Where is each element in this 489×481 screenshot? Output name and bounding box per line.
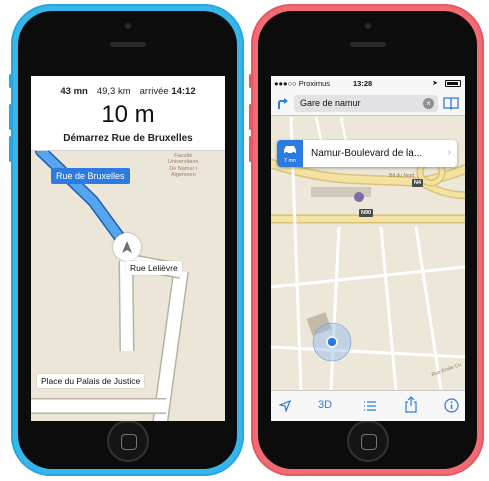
3d-button[interactable]: 3D — [318, 399, 332, 411]
home-button[interactable] — [106, 420, 149, 462]
volume-up-button — [249, 104, 252, 130]
next-maneuver-distance: 10 m — [101, 101, 155, 128]
mute-switch — [249, 74, 252, 88]
search-input[interactable]: Gare de namur × — [294, 95, 438, 112]
street-label-palais: Place du Palais de Justice — [37, 374, 145, 388]
pink-phone: ●●●○○ Proximus 13:28 ➤ Gare de namur × 7… — [249, 4, 484, 476]
drive-button[interactable]: 7 mn — [277, 140, 303, 167]
map-view[interactable]: 7 mn Namur-Boulevard de la... › Bd du No… — [271, 116, 465, 391]
current-position-arrow — [113, 233, 141, 261]
share-icon[interactable] — [404, 396, 418, 414]
location-services-icon: ➤ — [432, 80, 438, 87]
navigation-banner: 43 mn 49,3 km arrivée 14:12 10 m Démarre… — [31, 76, 225, 151]
search-value: Gare de namur — [300, 98, 361, 108]
front-camera — [364, 23, 371, 29]
arrival: arrivée 14:12 — [140, 86, 196, 97]
clear-search-icon[interactable]: × — [423, 98, 434, 109]
trip-distance: 49,3 km — [96, 86, 131, 97]
home-button[interactable] — [346, 420, 389, 462]
volume-down-button — [9, 136, 12, 162]
maps-toolbar: 3D — [271, 390, 465, 421]
road-badge-n4: N4 — [412, 179, 424, 187]
destination-callout[interactable]: 7 mn Namur-Boulevard de la... › — [277, 140, 457, 167]
battery-icon — [445, 80, 461, 87]
navigation-screen: 43 mn 49,3 km arrivée 14:12 10 m Démarre… — [31, 76, 225, 421]
street-label-bd-nord: Bd du Nord — [389, 173, 415, 179]
current-street-label: Rue de Bruxelles — [51, 168, 130, 184]
scene: 43 mn 49,3 km arrivée 14:12 10 m Démarre… — [0, 0, 489, 481]
maneuver-instruction: Démarrez Rue de Bruxelles — [63, 133, 193, 144]
status-bar: ●●●○○ Proximus 13:28 ➤ — [271, 76, 465, 90]
trip-stats: 43 mn 49,3 km arrivée 14:12 — [31, 76, 225, 97]
arrival-time: 14:12 — [171, 86, 196, 97]
poi-faculte: Faculté Universitaire De Namur / Algemee… — [168, 153, 199, 178]
earpiece-speaker — [349, 42, 386, 47]
info-icon[interactable] — [444, 398, 459, 413]
blue-phone: 43 mn 49,3 km arrivée 14:12 10 m Démarre… — [9, 4, 244, 476]
street-label-lelievre: Rue Lelièvre — [126, 261, 182, 275]
list-icon[interactable] — [363, 400, 377, 412]
poi-line: Algemeen — [170, 171, 196, 178]
poi-line: Universitaire — [168, 159, 199, 166]
volume-down-button — [249, 136, 252, 162]
car-icon — [284, 146, 296, 155]
status-time: 13:28 — [353, 79, 373, 88]
navigation-arrow-icon — [122, 241, 132, 253]
directions-icon[interactable] — [276, 96, 290, 110]
front-camera — [124, 23, 131, 29]
drive-minutes: 7 mn — [283, 158, 297, 164]
maps-screen: ●●●○○ Proximus 13:28 ➤ Gare de namur × 7… — [271, 76, 465, 421]
mute-switch — [9, 74, 12, 88]
chevron-right-icon: › — [447, 147, 451, 158]
destination-title: Namur-Boulevard de la... — [311, 148, 423, 159]
carrier-name: ●●●○○ Proximus — [274, 79, 330, 88]
search-bar: Gare de namur × — [271, 90, 465, 116]
trip-duration: 43 mn — [60, 86, 88, 97]
arrival-label: arrivée — [139, 86, 169, 97]
navigation-map[interactable]: Rue de Bruxelles Faculté Universitaire D… — [31, 145, 225, 421]
bookmarks-icon[interactable] — [443, 96, 459, 110]
location-arrow-icon[interactable] — [279, 400, 291, 412]
earpiece-speaker — [109, 42, 146, 47]
poi-line: De Namur / — [169, 165, 198, 172]
volume-up-button — [9, 104, 12, 130]
road-badge-n90: N90 — [359, 209, 374, 217]
